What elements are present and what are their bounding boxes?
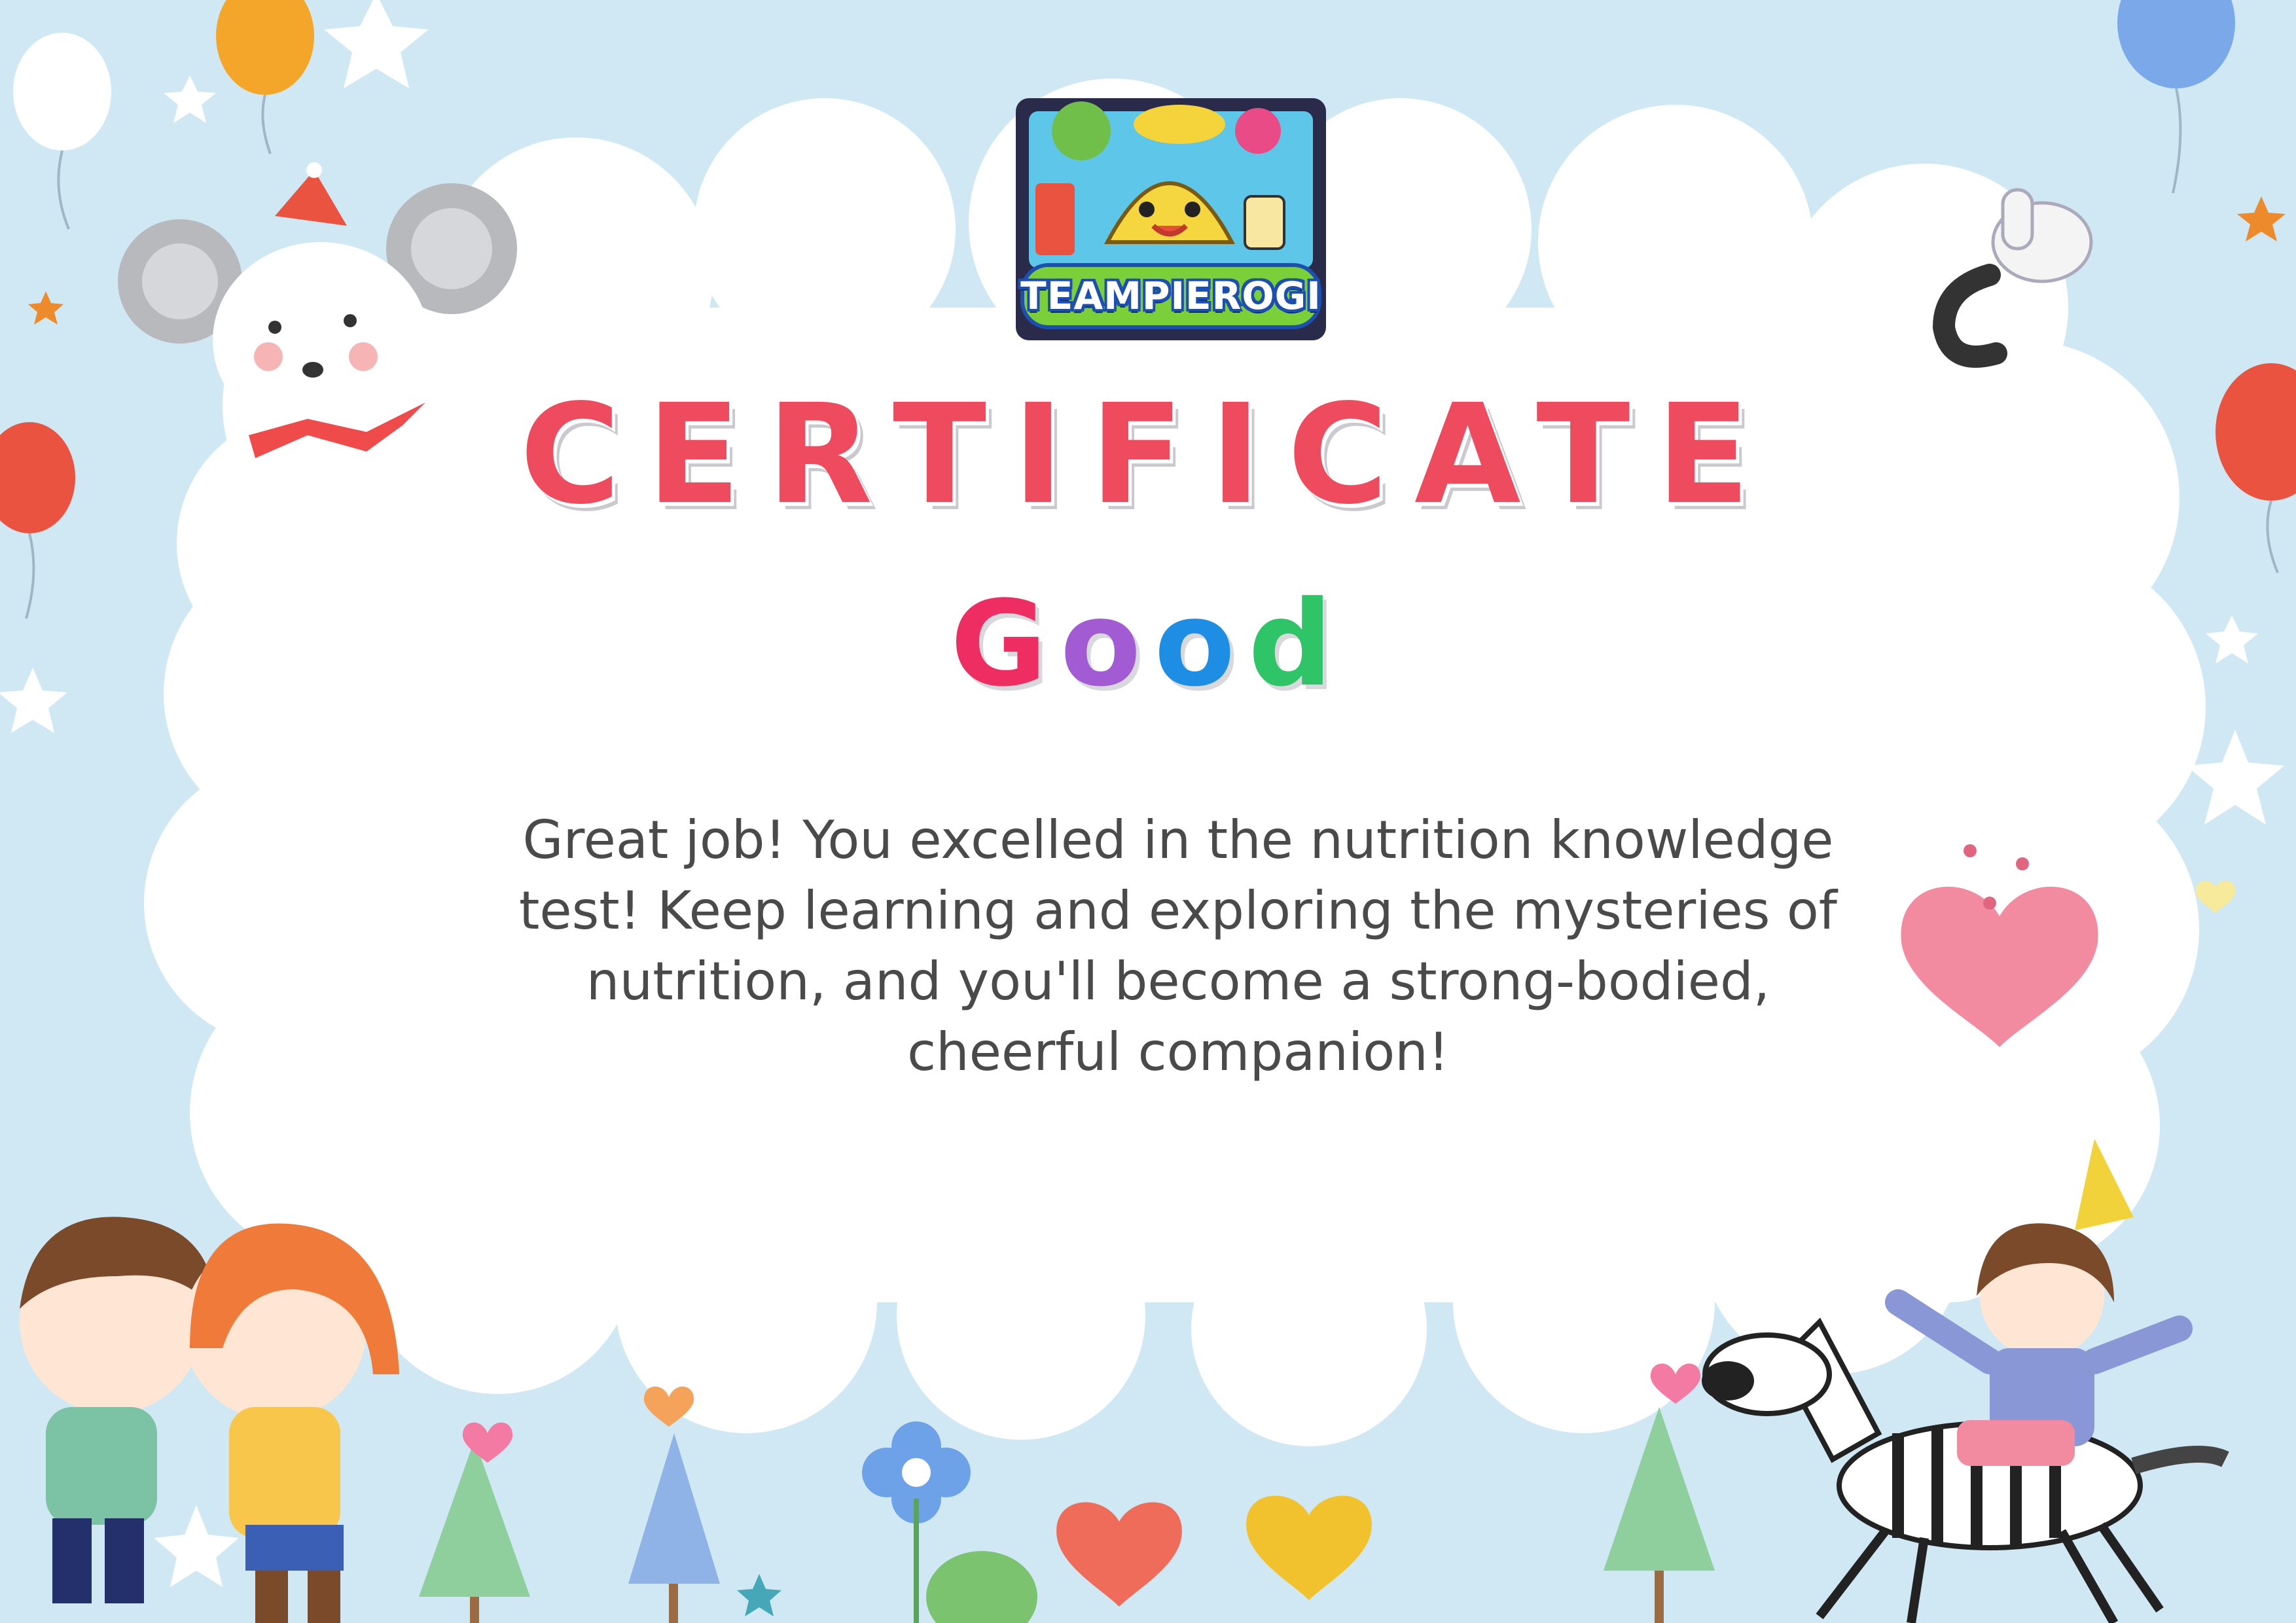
- star-icon: [154, 1505, 239, 1587]
- bush-icon: [926, 1551, 1037, 1623]
- star-icon: [28, 291, 63, 325]
- teampierogi-logo: TEAMPIEROGI: [1009, 92, 1333, 347]
- star-icon: [324, 0, 429, 88]
- star-icon: [737, 1574, 781, 1616]
- grade-letter: o: [1060, 576, 1155, 713]
- grade-letter: o: [1154, 576, 1249, 713]
- grade-letter: G: [950, 576, 1060, 713]
- certificate-message: Great job! You excelled in the nutrition…: [519, 810, 1837, 1082]
- balloon-icon: [2117, 0, 2235, 194]
- certificate-grade: Good: [0, 586, 2296, 704]
- balloon-icon: [216, 0, 314, 154]
- logo-text: TEAMPIEROGI: [1020, 274, 1321, 318]
- heart-icon: [2195, 880, 2236, 913]
- certificate-title: CERTIFICATE: [520, 374, 1776, 535]
- balloon-icon: [13, 33, 111, 230]
- star-icon: [164, 75, 216, 123]
- certificate-page: TEAMPIEROGI CERTIFICATE Good Great job! …: [0, 0, 2296, 1623]
- tree-icon: [419, 1422, 530, 1623]
- grade-letter: d: [1248, 576, 1346, 713]
- star-icon: [2237, 196, 2286, 241]
- heart-icon: [1246, 1495, 1372, 1600]
- heart-icon: [1056, 1502, 1182, 1607]
